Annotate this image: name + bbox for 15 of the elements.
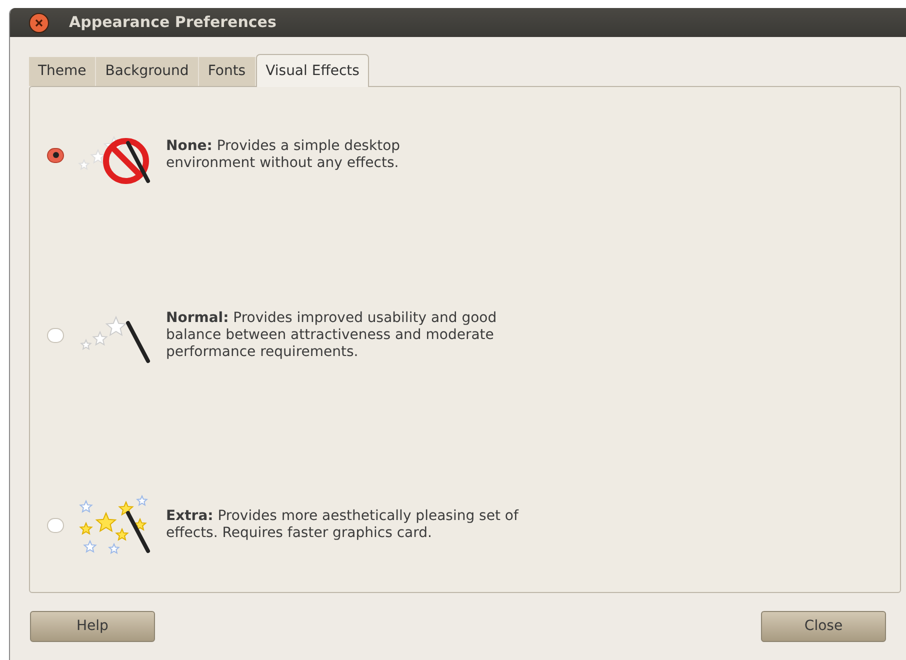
radio-button[interactable] — [47, 518, 64, 532]
close-icon[interactable] — [29, 12, 49, 32]
help-button[interactable]: Help — [30, 611, 155, 642]
tab[interactable]: Visual Effects — [256, 54, 370, 87]
option-description: None: Provides a simple desktop environment without any effects. — [166, 138, 402, 172]
option-description: Extra: Provides more aesthetically pleasing set of effects. Requires faster graphics card. — [166, 508, 520, 542]
window-title: Appearance Preferences — [69, 12, 276, 34]
sparkling-wand-icon — [76, 495, 152, 555]
tab[interactable]: Theme — [29, 57, 96, 86]
radio-button[interactable] — [47, 328, 64, 342]
tab[interactable]: Background — [96, 57, 199, 86]
radio-button[interactable] — [47, 148, 64, 162]
option-description: Normal: Provides improved usability and good balance between attractiveness and moderate performance requirements. — [166, 310, 498, 360]
tab[interactable]: Fonts — [198, 57, 256, 86]
close-button[interactable]: Close — [761, 611, 886, 642]
